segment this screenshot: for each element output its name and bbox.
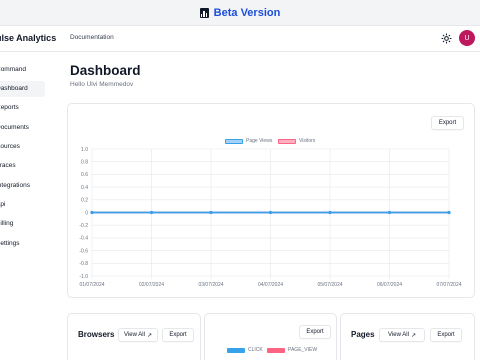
visitors-swatch — [278, 138, 296, 144]
arrow-up-right-icon: ↗ — [146, 332, 152, 339]
page-views-swatch — [225, 138, 243, 144]
y-tick-label: 0.4 — [81, 185, 88, 191]
chart-export-button[interactable]: Export — [431, 116, 464, 130]
page-view-swatch — [267, 347, 285, 353]
page-views-point — [447, 210, 451, 215]
beta-banner: Beta Version — [0, 0, 480, 26]
x-tick-label: 01/07/2024 — [79, 282, 104, 288]
pages-view-all-label: View All — [388, 332, 409, 338]
x-tick-label: 02/07/2024 — [139, 282, 164, 288]
y-tick-label: -0.4 — [79, 236, 88, 242]
user-avatar[interactable]: U — [459, 30, 475, 46]
sidebar-item-billing[interactable]: Billing — [0, 216, 45, 232]
y-tick-label: 1.0 — [81, 147, 88, 153]
y-tick-label: -0.6 — [79, 248, 88, 254]
x-tick-label: 03/07/2024 — [198, 282, 223, 288]
brand-name[interactable]: Pulse Analytics — [0, 33, 56, 43]
pages-card: Pages View All ↗ Export — [340, 313, 475, 360]
sidebar-item-settings[interactable]: Settings — [0, 236, 45, 252]
sidebar-item-documents[interactable]: Documents — [0, 120, 45, 136]
theme-toggle-button[interactable] — [440, 32, 453, 45]
line-chart: 1.0 0.8 0.6 0.4 0.2 0 -0.2 -0.4 -0.6 -0.8 -1.0 01/0… — [79, 147, 461, 288]
sidebar-item-dashboard[interactable]: Dashboard — [0, 81, 45, 97]
y-tick-label: -0.2 — [79, 223, 88, 229]
x-tick-label: 04/07/2024 — [258, 282, 283, 288]
x-tick-label: 07/07/2024 — [436, 282, 461, 288]
y-tick-label: 0.6 — [81, 172, 88, 178]
legend-page-view[interactable]: PAGE_VIEW — [267, 347, 317, 353]
page-views-point — [209, 210, 213, 215]
bar-chart-icon — [199, 7, 209, 18]
traffic-chart-card: Export Page Views Visitors 1.0 0.8 0.6 0.4 0… — [67, 103, 475, 298]
legend-click[interactable]: CLICK — [227, 347, 263, 353]
y-tick-label: -1.0 — [79, 274, 88, 280]
top-navigation: Pulse Analytics Documentation — [0, 26, 480, 52]
sidebar-item-integrations[interactable]: Integrations — [0, 178, 45, 194]
page-views-point — [387, 210, 392, 215]
events-card: Export CLICK PAGE_VIEW — [204, 313, 337, 360]
sidebar-item-command[interactable]: Command — [0, 62, 45, 78]
events-export-button[interactable]: Export — [299, 325, 331, 339]
pages-export-button[interactable]: Export — [430, 328, 462, 342]
page-views-point — [149, 210, 154, 215]
x-tick-label: 05/07/2024 — [317, 282, 342, 288]
arrow-up-right-icon: ↗ — [410, 332, 416, 339]
y-tick-label: 0 — [85, 210, 88, 216]
pages-view-all-button[interactable]: View All ↗ — [379, 328, 425, 342]
browsers-view-all-label: View All — [124, 332, 145, 338]
legend-page-view-label: PAGE_VIEW — [288, 347, 318, 353]
page-views-point — [328, 210, 332, 215]
sidebar-item-api[interactable]: Api — [0, 197, 45, 213]
greeting-text: Hello Ulvi Memmedov — [70, 81, 134, 88]
browsers-title: Browsers — [78, 330, 115, 339]
page-title: Dashboard — [70, 63, 141, 78]
sidebar-item-sources[interactable]: Sources — [0, 139, 45, 155]
browsers-view-all-button[interactable]: View All ↗ — [118, 328, 158, 342]
y-tick-label: 0.2 — [81, 198, 88, 204]
click-swatch — [227, 347, 245, 353]
browsers-export-button[interactable]: Export — [162, 328, 194, 342]
pages-title: Pages — [351, 330, 375, 339]
sidebar-item-traces[interactable]: Traces — [0, 158, 45, 174]
beta-label: Beta Version — [213, 6, 281, 19]
sidebar-item-reports[interactable]: Reports — [0, 100, 45, 116]
page-views-point — [268, 210, 273, 215]
browsers-card: Browsers View All ↗ Export — [67, 313, 201, 360]
legend-click-label: CLICK — [248, 347, 263, 353]
sun-icon — [441, 33, 452, 44]
documentation-link[interactable]: Documentation — [70, 34, 114, 41]
x-tick-label: 06/07/2024 — [377, 282, 402, 288]
page-views-point — [90, 210, 94, 215]
y-tick-label: 0.8 — [81, 160, 88, 166]
y-tick-label: -0.8 — [79, 261, 88, 267]
